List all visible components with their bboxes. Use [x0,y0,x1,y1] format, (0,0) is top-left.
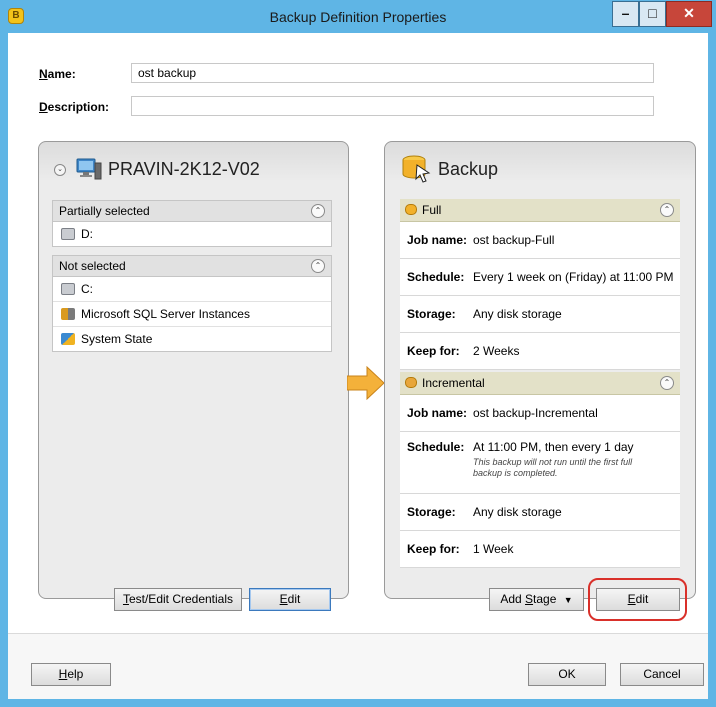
maximize-button[interactable]: □ [639,1,666,27]
group-header-label: Not selected [59,259,126,273]
backup-title: Backup [438,159,499,179]
test-edit-credentials-button[interactable]: Test/Edit Credentials [114,588,242,611]
field-key: Storage: [407,307,456,321]
full-stage-icon [405,204,417,215]
field-value: 1 Week [473,542,514,556]
stage-name: Full [422,203,442,217]
stage-full: Full ⌃ Job name: ost backup-Full Schedul… [400,199,680,370]
not-selected-group: Not selected ⌃ C: Microsoft SQL Server I… [52,255,332,352]
schedule-row: Schedule: Every 1 week on (Friday) at 11… [400,259,680,296]
field-value: ost backup-Incremental [473,406,598,420]
field-value: ost backup-Full [473,233,555,247]
database-icon [61,308,75,320]
partially-selected-group: Partially selected ⌃ D: [52,200,332,247]
item-label: System State [81,332,153,346]
list-item[interactable]: System State [53,327,331,351]
stage-header[interactable]: Full ⌃ [400,199,680,222]
name-label: Name: [39,67,76,81]
item-label: Microsoft SQL Server Instances [81,307,250,321]
name-field[interactable]: ost backup [131,63,654,83]
close-button[interactable]: ✕ [666,1,712,27]
not-selected-header[interactable]: Not selected ⌃ [53,256,331,277]
field-key: Schedule: [407,440,465,454]
item-label: C: [81,282,93,296]
drive-icon [61,228,75,240]
edit-mnemonic: E [279,592,288,606]
incremental-stage-icon [405,377,417,388]
system-state-icon [61,333,75,345]
stage-name: Incremental [422,376,485,390]
flow-arrow-icon [346,365,385,403]
ok-button[interactable]: OK [528,663,606,686]
drive-icon [61,283,75,295]
collapse-chevron-icon[interactable]: ⌃ [311,204,325,218]
credentials-rest: est/Edit Credentials [128,592,234,606]
field-key: Job name: [407,406,468,420]
add-stage-label-b: tage [533,592,557,606]
collapse-source-icon[interactable]: ⌄ [54,164,66,176]
field-value: At 11:00 PM, then every 1 day [473,440,634,454]
partially-selected-header[interactable]: Partially selected ⌃ [53,201,331,222]
field-key: Schedule: [407,270,465,284]
stage-incremental: Incremental ⌃ Job name: ost backup-Incre… [400,372,680,568]
computer-icon [76,157,102,180]
cancel-button[interactable]: Cancel [620,663,704,686]
footer-separator [8,633,708,634]
schedule-row: Schedule: At 11:00 PM, then every 1 day … [400,432,680,494]
backup-icon [401,153,431,186]
list-item[interactable]: D: [53,222,331,246]
edit-source-button[interactable]: Edit [249,588,331,611]
keep-for-row: Keep for: 1 Week [400,531,680,568]
storage-row: Storage: Any disk storage [400,494,680,531]
list-item[interactable]: C: [53,277,331,302]
help-rest: elp [67,667,84,681]
job-name-row: Job name: ost backup-Full [400,222,680,259]
add-stage-button[interactable]: Add Stage ▼ [489,588,584,611]
description-label: Description: [39,100,110,114]
dropdown-arrow-icon: ▼ [563,595,573,605]
window-title: Backup Definition Properties [269,9,447,25]
schedule-value-block: At 11:00 PM, then every 1 day This backu… [467,440,658,479]
title-bar[interactable]: B Backup Definition Properties [0,0,716,33]
field-value: Every 1 week on (Friday) at 11:00 PM [473,270,674,284]
job-name-row: Job name: ost backup-Incremental [400,395,680,432]
storage-row: Storage: Any disk storage [400,296,680,333]
add-stage-label-a: Add [500,592,526,606]
field-key: Storage: [407,505,456,519]
field-key: Job name: [407,233,468,247]
collapse-chevron-icon[interactable]: ⌃ [660,376,674,390]
source-title: PRAVIN-2K12-V02 [108,159,260,179]
field-value: 2 Weeks [473,344,520,358]
field-key: Keep for: [407,344,460,358]
group-header-label: Partially selected [59,204,150,218]
minimize-button[interactable]: – [612,1,639,27]
highlight-annotation [588,578,687,621]
field-value: Any disk storage [473,505,562,519]
keep-for-row: Keep for: 2 Weeks [400,333,680,370]
collapse-chevron-icon[interactable]: ⌃ [311,259,325,273]
stage-header[interactable]: Incremental ⌃ [400,372,680,395]
field-key: Keep for: [407,542,460,556]
collapse-chevron-icon[interactable]: ⌃ [660,203,674,217]
help-button[interactable]: Help [31,663,111,686]
description-field[interactable] [131,96,654,116]
add-stage-mnemonic: S [525,592,534,606]
item-label: D: [81,227,93,241]
edit-rest: dit [287,592,301,606]
schedule-note: This backup will not run until the first… [473,457,633,478]
field-value: Any disk storage [473,307,562,321]
list-item[interactable]: Microsoft SQL Server Instances [53,302,331,327]
